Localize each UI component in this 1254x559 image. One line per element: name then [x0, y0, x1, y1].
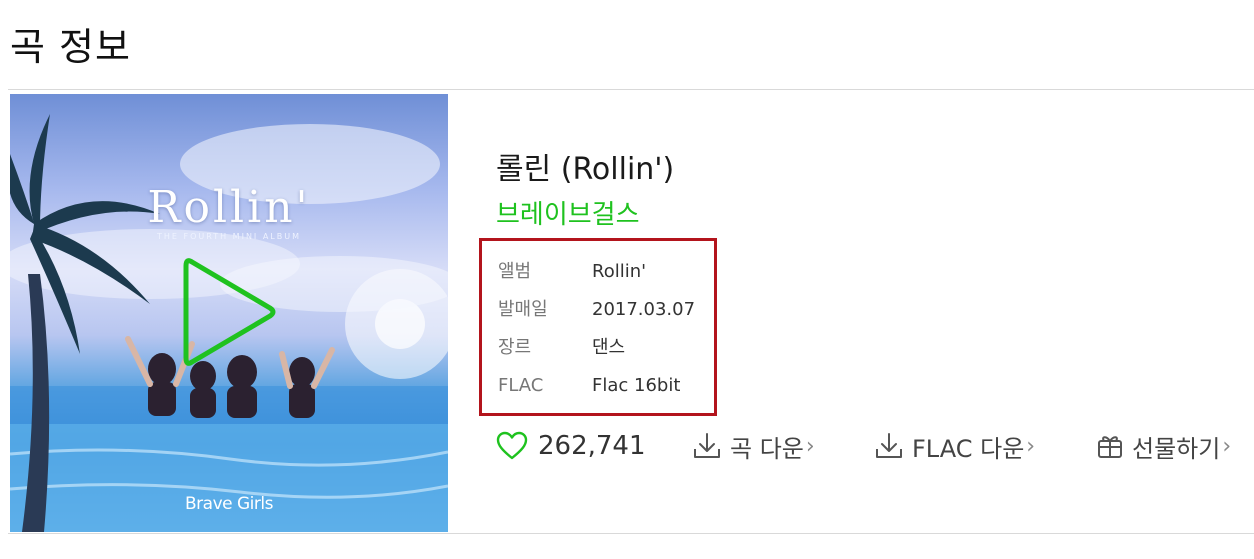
- meta-key: 발매일: [498, 299, 548, 320]
- chevron-right-icon: ›: [1026, 433, 1036, 459]
- download-flac-button[interactable]: FLAC 다운 ›: [874, 428, 1035, 464]
- download-icon: [876, 433, 902, 458]
- meta-value: Flac 16bit: [592, 375, 681, 396]
- download-icon: [694, 433, 720, 458]
- album-cover-artist: Brave Girls: [185, 494, 273, 514]
- gift-button[interactable]: 선물하기 ›: [1096, 428, 1231, 464]
- play-button[interactable]: [178, 252, 278, 372]
- song-info-panel: Rollin' THE FOURTH MINI ALBUM Brave Girl…: [8, 89, 1254, 534]
- download-song-button[interactable]: 곡 다운 ›: [692, 428, 815, 464]
- album-cover[interactable]: Rollin' THE FOURTH MINI ALBUM Brave Girl…: [10, 94, 448, 532]
- meta-key: 장르: [498, 337, 532, 358]
- meta-value: 댄스: [592, 337, 626, 358]
- like-button[interactable]: 262,741: [496, 428, 646, 464]
- section-title: 곡 정보: [10, 25, 131, 69]
- chevron-right-icon: ›: [1222, 433, 1232, 459]
- like-count: 262,741: [538, 431, 646, 461]
- meta-key: 앨범: [498, 261, 532, 282]
- song-metadata-box: 앨범 Rollin' 발매일 2017.03.07 장르 댄스 FLAC Fla…: [479, 238, 717, 416]
- album-link[interactable]: Rollin': [592, 261, 646, 283]
- download-flac-label: FLAC 다운: [912, 434, 1025, 463]
- song-title: 롤린 (Rollin'): [496, 152, 675, 187]
- gift-label: 선물하기: [1132, 434, 1221, 463]
- meta-key: FLAC: [498, 375, 544, 396]
- heart-icon: [496, 431, 528, 460]
- album-cover-subtitle: THE FOURTH MINI ALBUM: [157, 232, 301, 241]
- gift-icon: [1098, 436, 1122, 458]
- chevron-right-icon: ›: [805, 433, 815, 459]
- download-song-label: 곡 다운: [730, 434, 804, 463]
- album-cover-title: Rollin': [147, 182, 311, 233]
- meta-value: 2017.03.07: [592, 299, 696, 320]
- play-icon: [183, 258, 276, 366]
- artist-link[interactable]: 브레이브걸스: [496, 194, 640, 231]
